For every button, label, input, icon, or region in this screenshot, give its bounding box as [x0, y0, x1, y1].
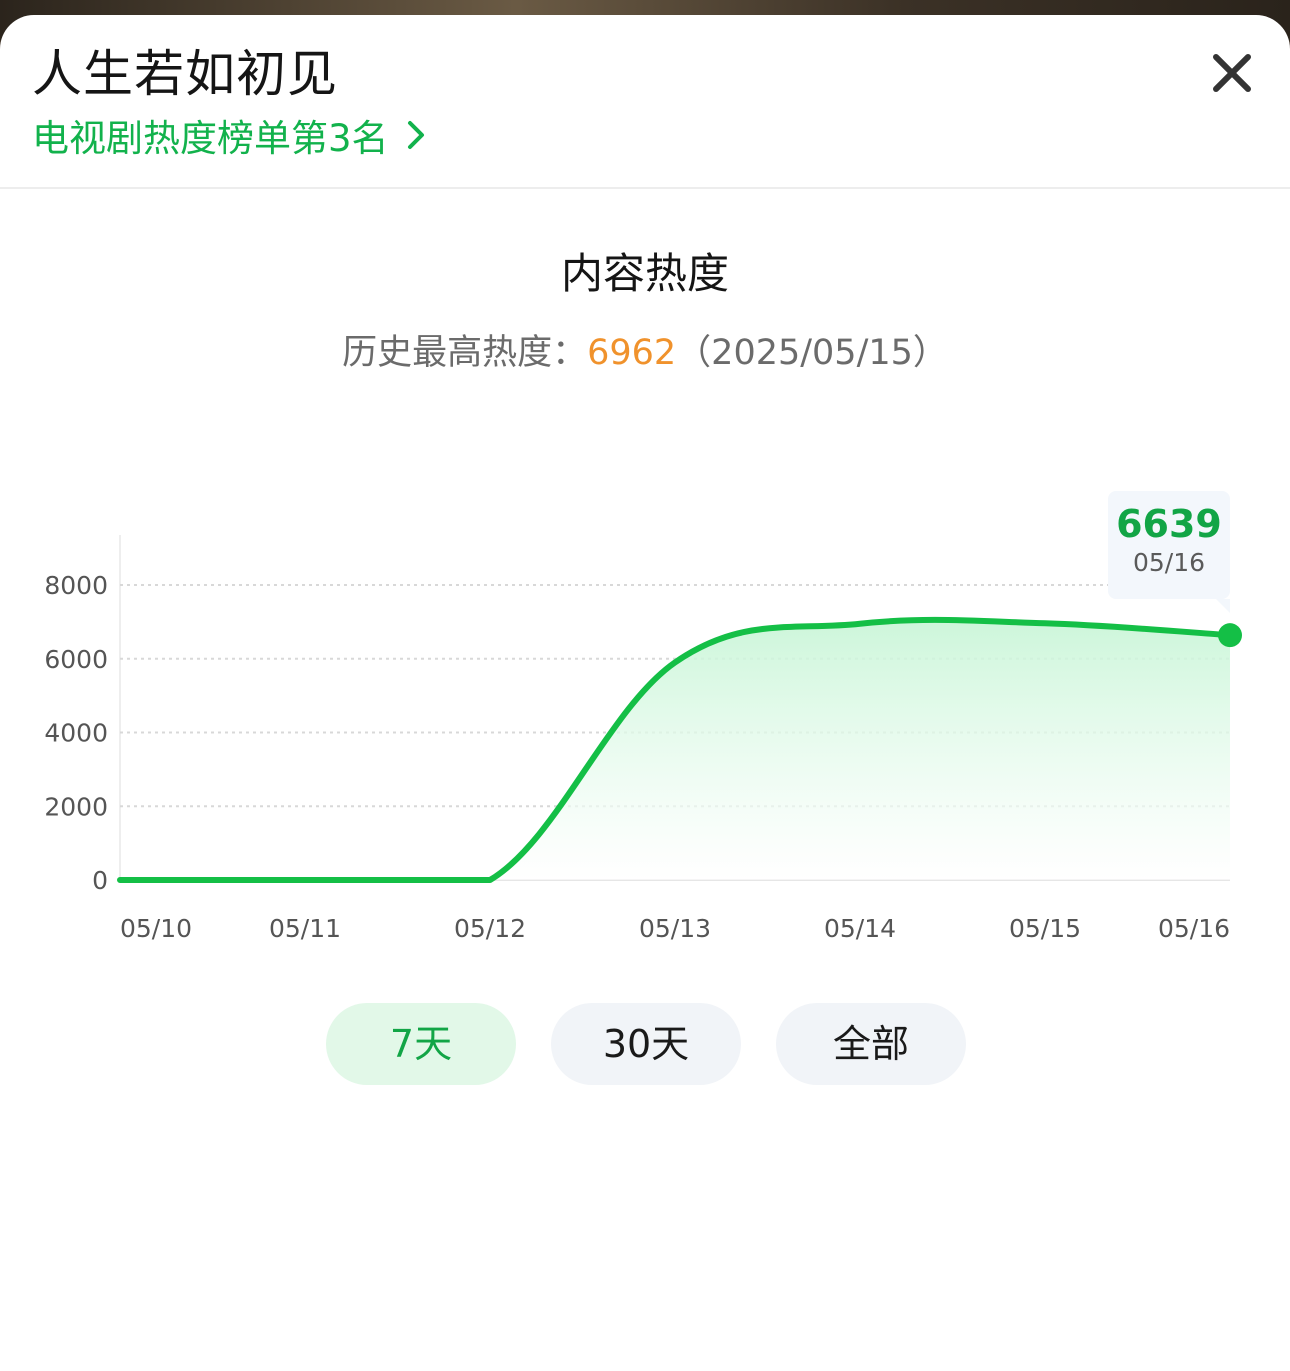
x-tick-label: 05/10 — [120, 914, 192, 943]
range-selector: 7天 30天 全部 — [0, 1003, 1290, 1085]
y-tick-label: 6000 — [44, 645, 108, 674]
tooltip-value: 6639 — [1116, 502, 1222, 546]
peak-heat-line: 历史最高热度：6962（2025/05/15） — [0, 330, 1290, 376]
peak-date: （2025/05/15） — [676, 333, 948, 373]
y-tick-label: 0 — [92, 866, 108, 895]
chevron-right-icon — [407, 121, 424, 149]
close-icon[interactable] — [1204, 45, 1260, 101]
tooltip-date: 05/16 — [1132, 548, 1206, 577]
range-7-days-button[interactable]: 7天 — [326, 1003, 516, 1085]
drama-title: 人生若如初见 — [32, 45, 338, 103]
rank-link[interactable]: 电视剧热度榜单第3名 — [32, 111, 431, 160]
x-tick-label: 05/13 — [639, 914, 711, 943]
x-tick-label: 05/12 — [454, 914, 526, 943]
peak-value: 6962 — [587, 333, 677, 373]
x-tick-label: 05/11 — [269, 914, 341, 943]
x-tick-label: 05/16 — [1158, 914, 1230, 943]
rank-label: 电视剧热度榜单第3名 — [32, 117, 389, 160]
heat-detail-sheet: 人生若如初见 电视剧热度榜单第3名 内容热度 历史最高热度：6962（2025/… — [0, 15, 1290, 1371]
x-tick-label: 05/14 — [824, 914, 896, 943]
y-tick-label: 8000 — [44, 571, 108, 600]
heat-line-chart: 05/10 05/11 05/12 05/13 05/14 05/15 05/16 0 200… — [44, 535, 1242, 943]
y-tick-label: 2000 — [44, 792, 108, 821]
peak-prefix: 历史最高热度： — [342, 333, 588, 373]
chart-title: 内容热度 — [560, 249, 729, 298]
range-all-button[interactable]: 全部 — [776, 1003, 966, 1085]
range-30-days-button[interactable]: 30天 — [551, 1003, 741, 1085]
highlight-point[interactable] — [1218, 623, 1242, 648]
chart-tooltip: 6639 05/16 — [1108, 491, 1230, 613]
x-tick-label: 05/15 — [1009, 914, 1081, 943]
y-tick-label: 4000 — [44, 719, 108, 748]
sheet-header: 人生若如初见 电视剧热度榜单第3名 — [0, 15, 1290, 189]
